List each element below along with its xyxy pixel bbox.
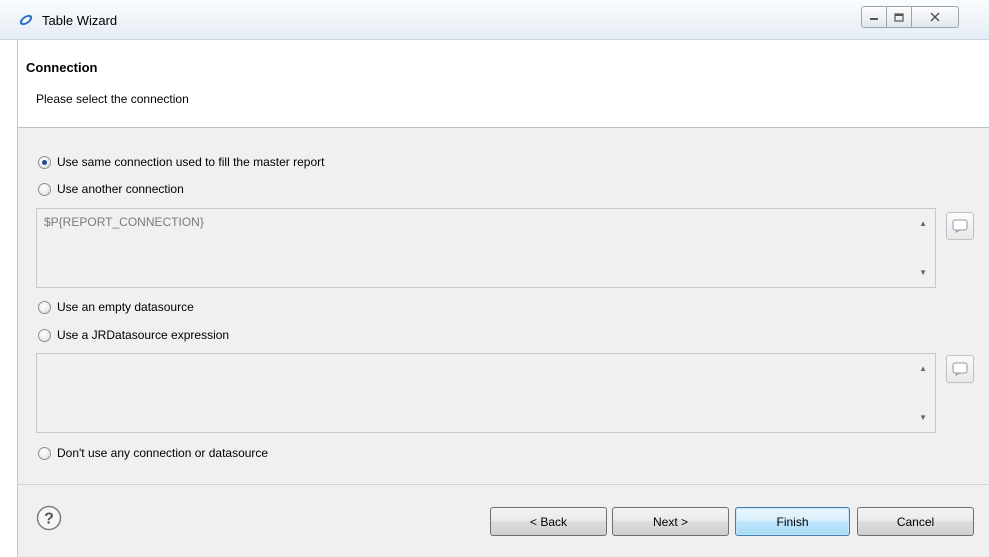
connection-expression-value: $P{REPORT_CONNECTION}	[44, 215, 204, 229]
finish-button[interactable]: Finish	[735, 507, 850, 536]
datasource-expression-editor-button[interactable]	[946, 355, 974, 383]
option-label: Use a JRDatasource expression	[57, 328, 230, 342]
option-another-connection[interactable]: Use another connection	[38, 182, 184, 196]
scroll-down-icon[interactable]: ▼	[919, 413, 927, 422]
close-icon	[930, 12, 940, 22]
page-description: Please select the connection	[36, 92, 189, 106]
scroll-up-icon[interactable]: ▲	[919, 219, 927, 228]
title-bar: Table Wizard	[0, 0, 989, 40]
page-title: Connection	[26, 60, 98, 75]
option-no-connection[interactable]: Don't use any connection or datasource	[38, 446, 268, 460]
option-label: Use an empty datasource	[57, 300, 194, 314]
option-label: Don't use any connection or datasource	[57, 446, 269, 460]
wizard-content: Use same connection used to fill the mas…	[17, 128, 989, 557]
option-label: Use another connection	[57, 182, 184, 196]
radio-no-connection[interactable]	[38, 446, 51, 460]
scroll-down-icon[interactable]: ▼	[919, 268, 927, 277]
radio-jrdatasource-expression[interactable]	[38, 328, 51, 342]
expression-editor-icon	[952, 219, 968, 233]
next-button[interactable]: Next >	[612, 507, 729, 536]
footer-divider	[17, 484, 989, 485]
connection-expression-field[interactable]: $P{REPORT_CONNECTION} ▲ ▼	[36, 208, 936, 288]
maximize-button[interactable]	[886, 6, 912, 28]
radio-empty-datasource[interactable]	[38, 300, 51, 314]
datasource-expression-field[interactable]: ▲ ▼	[36, 353, 936, 433]
radio-another-connection[interactable]	[38, 182, 51, 196]
expression-editor-icon	[952, 362, 968, 376]
close-button[interactable]	[911, 6, 959, 28]
window-title: Table Wizard	[42, 13, 118, 28]
maximize-icon	[894, 12, 904, 22]
back-button[interactable]: < Back	[490, 507, 607, 536]
wizard-header: Connection Please select the connection	[17, 40, 989, 127]
option-jrdatasource-expression[interactable]: Use a JRDatasource expression	[38, 328, 229, 342]
help-icon[interactable]: ?	[36, 505, 62, 531]
radio-same-connection[interactable]	[38, 155, 51, 169]
scroll-up-icon[interactable]: ▲	[919, 364, 927, 373]
minimize-button[interactable]	[861, 6, 887, 28]
minimize-icon	[870, 18, 878, 20]
option-same-connection[interactable]: Use same connection used to fill the mas…	[38, 155, 324, 169]
app-logo-icon	[18, 13, 34, 27]
cancel-button[interactable]: Cancel	[857, 507, 974, 536]
svg-text:?: ?	[44, 511, 54, 528]
connection-expression-editor-button[interactable]	[946, 212, 974, 240]
option-label: Use same connection used to fill the mas…	[57, 155, 325, 169]
option-empty-datasource[interactable]: Use an empty datasource	[38, 300, 194, 314]
